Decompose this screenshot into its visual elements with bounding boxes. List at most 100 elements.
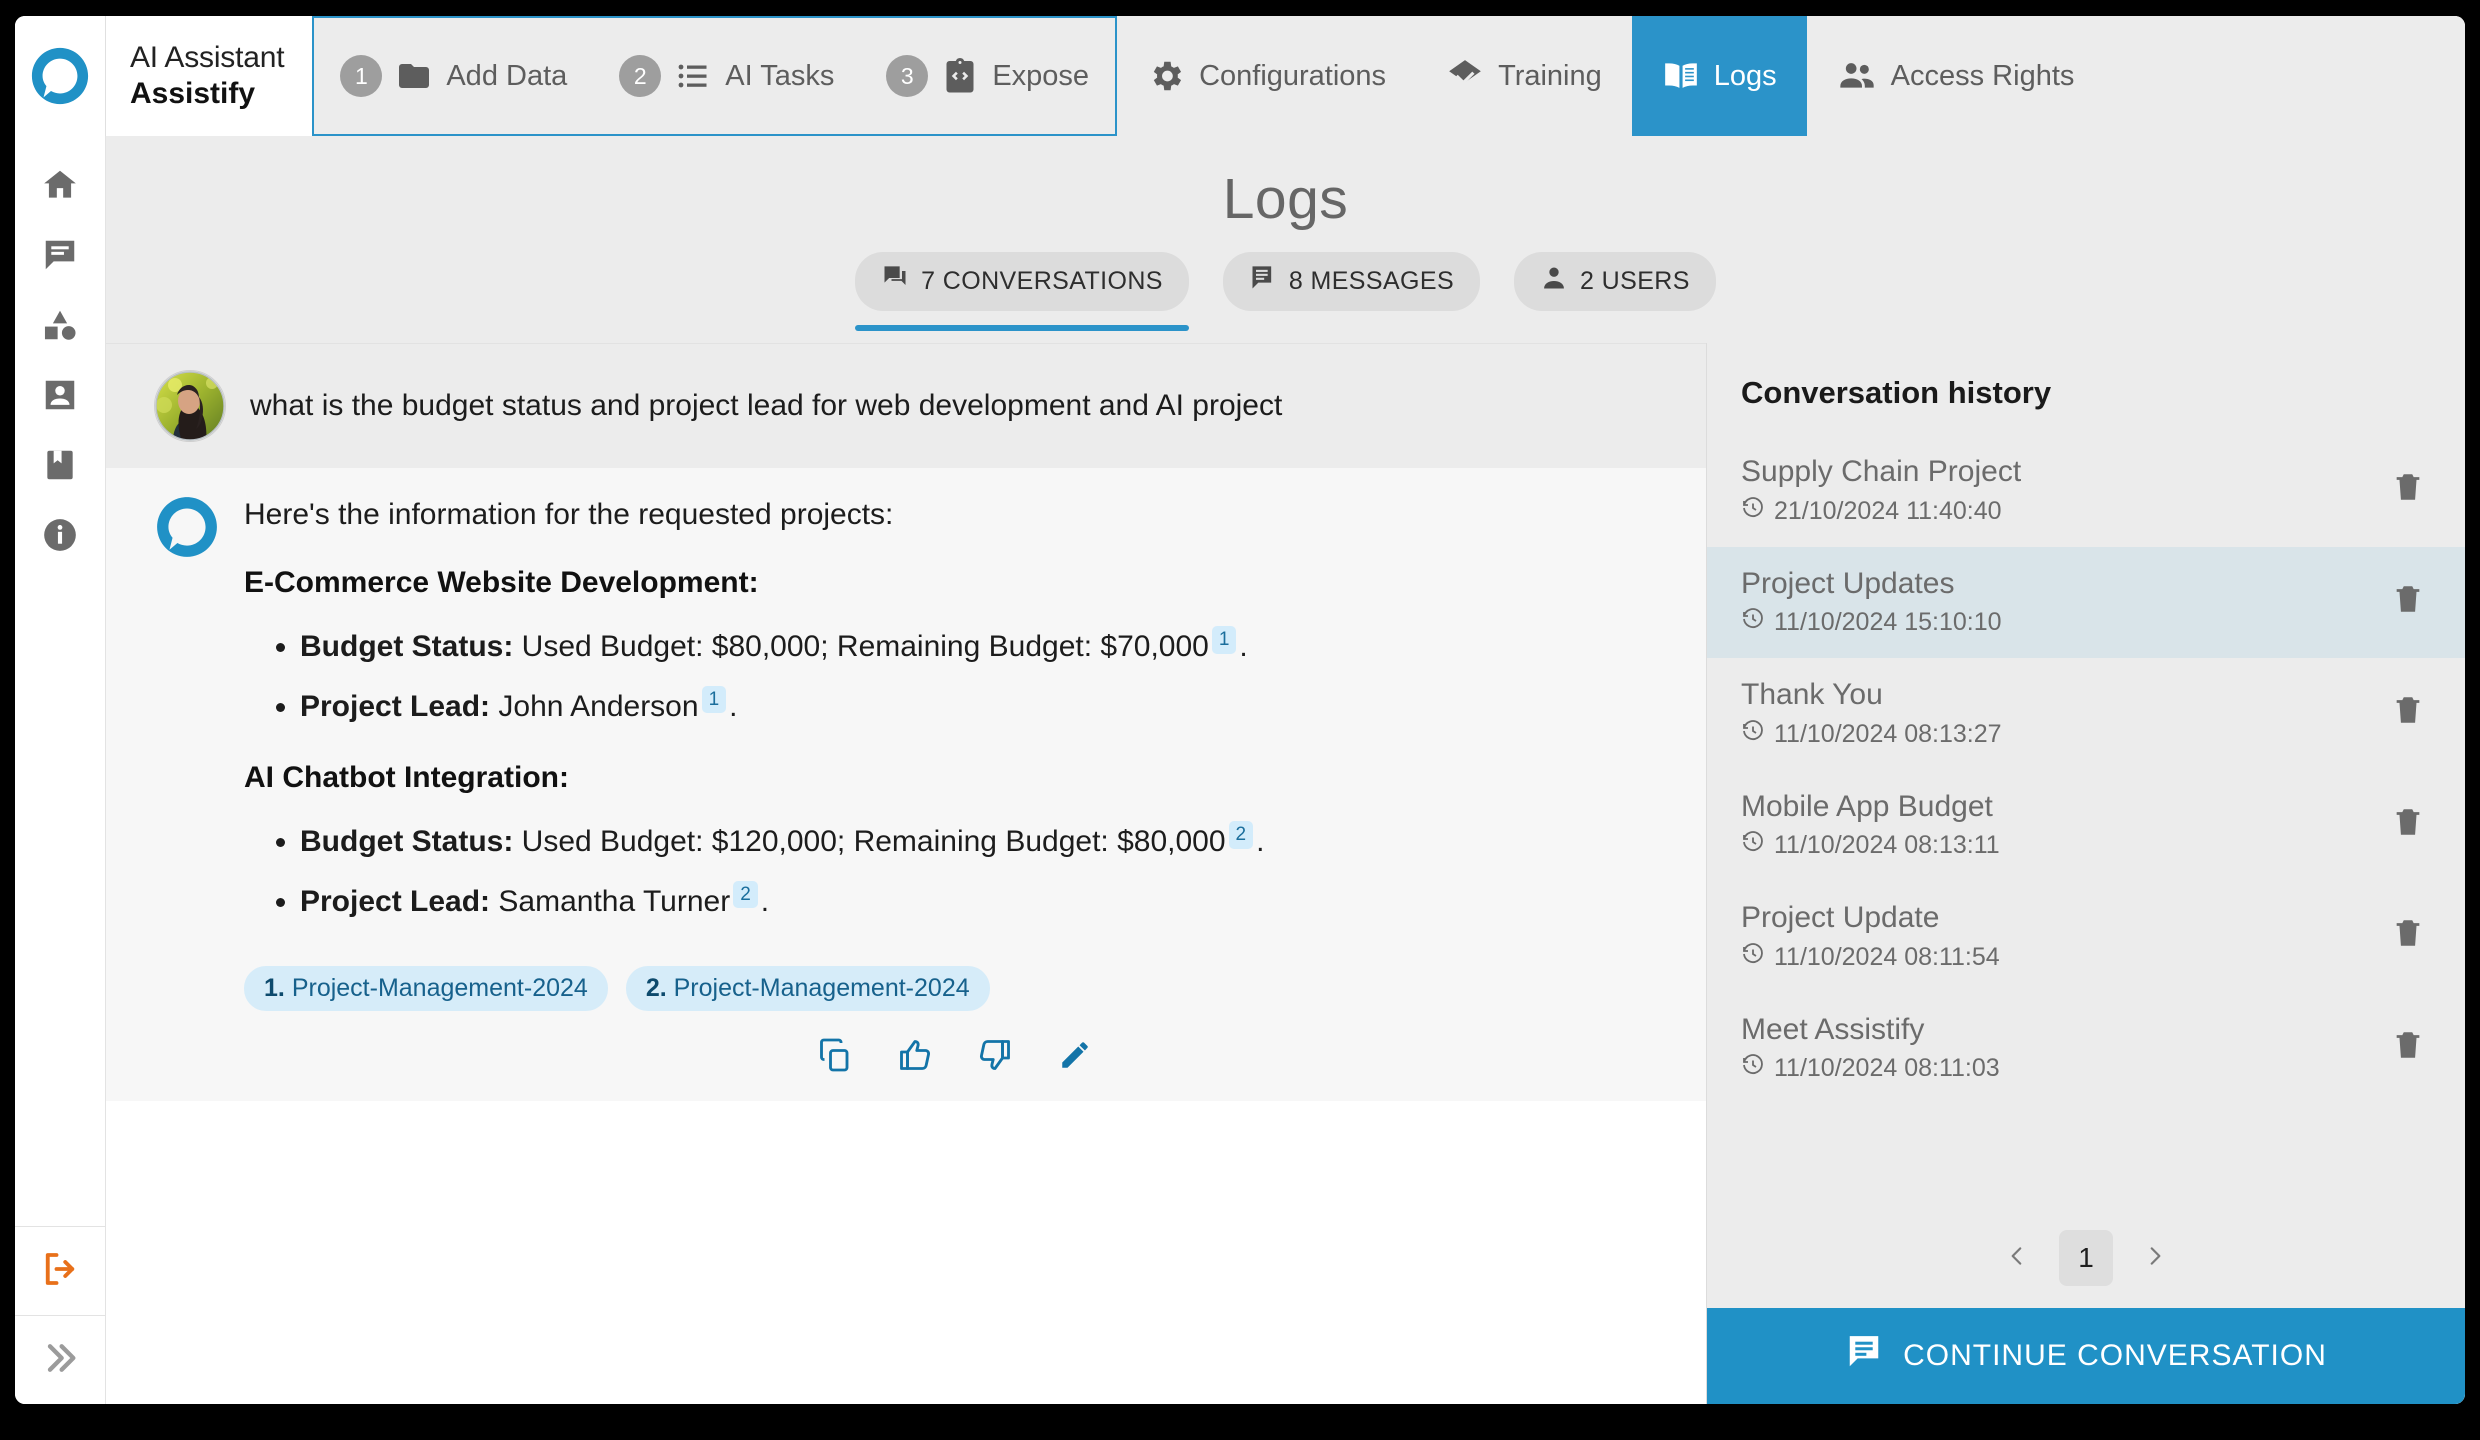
source-chips: 1. Project-Management-2024 2. Project-Ma… — [244, 966, 1666, 1011]
thumbs-down-button[interactable] — [973, 1037, 1017, 1081]
history-item-date-text: 11/10/2024 08:11:03 — [1774, 1054, 2000, 1082]
nav-item-logs[interactable]: Logs — [1631, 16, 1807, 136]
logout-button[interactable] — [15, 1226, 105, 1315]
history-item-date-text: 11/10/2024 15:10:10 — [1774, 608, 2002, 636]
nav-item-access-rights-label: Access Rights — [1890, 59, 2075, 92]
messages-icon — [1249, 264, 1277, 299]
nav-item-logs-label: Logs — [1713, 59, 1777, 92]
delete-conversation-button[interactable] — [2385, 464, 2431, 515]
history-item-info: Thank You 11/10/2024 08:13:27 — [1741, 676, 2002, 750]
clock-icon — [1741, 942, 1765, 973]
list-icon — [675, 58, 711, 94]
trash-icon — [2391, 697, 2425, 731]
list-item[interactable]: Supply Chain Project 21/10/2024 11:40:40 — [1707, 435, 2465, 547]
sidebar-item-account[interactable] — [29, 374, 91, 420]
nav-item-access-rights[interactable]: Access Rights — [1807, 16, 2105, 136]
sidebar-item-shapes[interactable] — [29, 304, 91, 350]
bullet-label: Budget Status: — [300, 825, 514, 858]
section-bullets-2: Budget Status: Used Budget: $120,000; Re… — [244, 821, 1666, 922]
citation-ref[interactable]: 2 — [733, 880, 758, 909]
nav-item-training[interactable]: Training — [1416, 16, 1632, 136]
citation-ref[interactable]: 1 — [701, 685, 727, 714]
app-logo[interactable] — [15, 16, 106, 136]
list-item: Project Lead: John Anderson1. — [300, 685, 1666, 728]
pagination-next-button[interactable] — [2131, 1234, 2179, 1282]
citation-ref[interactable]: 1 — [1211, 626, 1237, 654]
top-nav-items: Configurations Training Logs Access Righ… — [1117, 16, 2465, 136]
assistify-speech-bubble-logo — [157, 497, 217, 557]
source-chip[interactable]: 2. Project-Management-2024 — [625, 966, 990, 1011]
bot-avatar — [154, 494, 220, 560]
app-body: Logs 7 CONVERSATIONS 8 MESSAGES 2 USERS … — [15, 136, 2465, 1404]
info-icon — [41, 516, 79, 559]
tab-conversations[interactable]: 7 CONVERSATIONS — [855, 252, 1189, 331]
delete-conversation-button[interactable] — [2385, 1022, 2431, 1073]
history-item-name: Project Update — [1741, 901, 1940, 934]
step-number-1: 1 — [340, 55, 383, 97]
pagination-prev-button[interactable] — [1993, 1234, 2041, 1282]
list-item[interactable]: Thank You 11/10/2024 08:13:27 — [1707, 658, 2465, 770]
history-item-name: Thank You — [1741, 678, 1883, 711]
history-item-date: 11/10/2024 08:13:11 — [1741, 830, 2000, 861]
list-item[interactable]: Project Update 11/10/2024 08:11:54 — [1707, 881, 2465, 993]
nav-step-expose[interactable]: 3 Expose — [860, 18, 1115, 134]
delete-conversation-button[interactable] — [2385, 799, 2431, 850]
citation-ref[interactable]: 2 — [1228, 821, 1254, 849]
logout-icon — [39, 1248, 81, 1295]
shapes-icon — [41, 306, 79, 349]
edit-icon — [1058, 1038, 1092, 1080]
nav-step-expose-label: Expose — [992, 59, 1090, 92]
nav-item-training-label: Training — [1498, 59, 1602, 92]
bullet-text: Samantha Turner — [490, 884, 731, 918]
source-chip-number: 1. — [264, 974, 285, 1002]
source-chip-name: Project-Management-2024 — [291, 974, 588, 1002]
bot-intro-text: Here's the information for the requested… — [244, 498, 894, 531]
thumbs-up-button[interactable] — [893, 1037, 937, 1081]
delete-conversation-button[interactable] — [2385, 910, 2431, 961]
edit-button[interactable] — [1053, 1037, 1097, 1081]
sidebar-item-book[interactable] — [29, 444, 91, 490]
history-item-date-text: 11/10/2024 08:13:11 — [1774, 831, 2000, 859]
app-window: AI Assistant Assistify 1 Add Data 2 AI T… — [15, 16, 2465, 1404]
history-item-date-text: 11/10/2024 08:11:54 — [1774, 942, 2000, 971]
history-item-name: Meet Assistify — [1741, 1012, 1925, 1046]
tab-conversations-underline — [855, 325, 1189, 331]
bot-message-body: Here's the information for the requested… — [244, 498, 1666, 1091]
delete-conversation-button[interactable] — [2385, 687, 2431, 738]
tab-messages[interactable]: 8 MESSAGES — [1222, 252, 1481, 331]
avatar — [154, 370, 226, 442]
chat-icon — [1845, 1333, 1883, 1379]
bot-message-row: Here's the information for the requested… — [106, 468, 1706, 1101]
left-rail — [15, 136, 106, 1404]
conversation-history-panel: Conversation history Supply Chain Projec… — [1706, 343, 2465, 1404]
bullet-label: Project Lead: — [300, 689, 491, 723]
nav-step-ai-tasks[interactable]: 2 AI Tasks — [593, 18, 860, 134]
nav-step-add-data[interactable]: 1 Add Data — [314, 18, 593, 134]
history-item-info: Project Updates 11/10/2024 15:10:10 — [1741, 565, 2002, 639]
tab-users-chip: 2 USERS — [1514, 252, 1716, 311]
continue-conversation-button[interactable]: CONTINUE CONVERSATION — [1707, 1308, 2465, 1404]
source-chip[interactable]: 1. Project-Management-2024 — [244, 966, 608, 1011]
sidebar-item-home[interactable] — [29, 164, 91, 210]
copy-button[interactable] — [813, 1037, 857, 1081]
sidebar-item-chat[interactable] — [29, 234, 91, 280]
list-item[interactable]: Meet Assistify 11/10/2024 08:11:03 — [1707, 993, 2465, 1105]
nav-step-add-data-label: Add Data — [446, 59, 568, 92]
trash-icon — [2391, 474, 2425, 508]
history-item-date: 21/10/2024 11:40:40 — [1741, 496, 2021, 527]
book-icon — [1662, 57, 1700, 95]
history-item-name: Mobile App Budget — [1741, 789, 1993, 823]
list-item[interactable]: Project Updates 11/10/2024 15:10:10 — [1707, 546, 2465, 658]
nav-item-configurations[interactable]: Configurations — [1117, 16, 1416, 136]
delete-conversation-button[interactable] — [2385, 576, 2431, 627]
bullet-label: Budget Status: — [300, 630, 514, 663]
section-heading-2: AI Chatbot Integration: — [244, 761, 569, 794]
trash-icon — [2391, 920, 2425, 954]
pagination-page-number[interactable]: 1 — [2059, 1230, 2113, 1286]
expand-sidebar-button[interactable] — [15, 1315, 105, 1404]
chevron-right-icon — [2142, 1243, 2168, 1274]
sidebar-item-info[interactable] — [29, 514, 91, 560]
tab-users[interactable]: 2 USERS — [1514, 252, 1716, 331]
list-item[interactable]: Mobile App Budget 11/10/2024 08:13:11 — [1707, 770, 2465, 882]
chat-transcript: what is the budget status and project le… — [106, 343, 1706, 1404]
